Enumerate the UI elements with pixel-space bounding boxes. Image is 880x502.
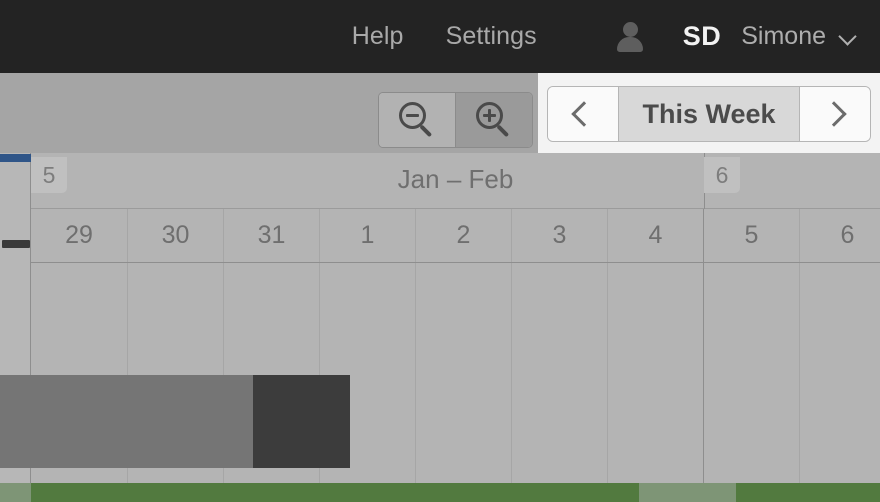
person-silhouette-icon[interactable]	[615, 21, 645, 53]
minus-sign-shape	[405, 113, 419, 117]
day-header-cell[interactable]: 2	[415, 209, 511, 262]
task-bar-segment	[31, 483, 639, 502]
day-header-cell[interactable]: 30	[127, 209, 223, 262]
this-week-button[interactable]: This Week	[618, 87, 800, 141]
top-navigation-bar: Help Settings SD Simone	[0, 0, 880, 73]
grid-column-line	[799, 263, 800, 502]
task-bar-segment	[0, 375, 253, 468]
day-number-header-row: 29 30 31 1 2 3 4 5 6	[31, 209, 880, 263]
calendar-body: Client Meeting	[0, 263, 880, 502]
grid-column-line	[511, 263, 512, 502]
week-navigation-group: This Week	[547, 86, 871, 142]
task-bar-segment	[639, 483, 736, 502]
zoom-in-magnifier-icon	[475, 102, 512, 138]
calendar-app-window: Help Settings SD Simone This Week Jan – …	[0, 0, 880, 502]
task-bar-gray[interactable]	[0, 375, 350, 468]
day-header-cell[interactable]: 1	[319, 209, 415, 262]
task-bar-segment	[0, 483, 31, 502]
week-number-badge: 6	[704, 157, 740, 193]
user-initials-badge: SD	[682, 21, 722, 51]
chevron-left-icon	[573, 104, 593, 124]
day-header-cell[interactable]: 6	[799, 209, 880, 262]
zoom-out-magnifier-icon	[398, 102, 435, 138]
plus-vertical-shape	[487, 108, 491, 122]
zoom-out-button[interactable]	[379, 93, 456, 147]
grid-column-line	[703, 263, 704, 502]
avatar-body-shape	[616, 36, 643, 52]
day-header-cell[interactable]: 4	[607, 209, 703, 262]
task-bar-segment	[736, 483, 880, 502]
today-marker-blue	[0, 154, 31, 162]
month-range-label: Jan – Feb	[397, 164, 514, 194]
grid-column-line	[607, 263, 608, 502]
day-header-cell[interactable]: 31	[223, 209, 319, 262]
next-week-button[interactable]	[800, 87, 870, 141]
chevron-right-icon	[825, 104, 845, 124]
avatar-head-shape	[622, 21, 638, 37]
week-number-badge: 5	[31, 157, 67, 193]
chevron-down-icon[interactable]	[840, 29, 856, 45]
grid-column-line	[415, 263, 416, 502]
nav-link-help[interactable]: Help	[352, 22, 404, 51]
gutter-dark-marker	[2, 240, 30, 248]
user-name-label[interactable]: Simone	[741, 22, 826, 51]
task-bar-client-meeting[interactable]	[0, 483, 880, 502]
nav-link-settings[interactable]: Settings	[446, 22, 537, 51]
task-bar-segment	[253, 375, 350, 468]
day-header-cell[interactable]: 3	[511, 209, 607, 262]
week-navigation-panel: This Week	[538, 73, 880, 153]
magnifier-handle-shape	[496, 124, 509, 137]
zoom-in-button[interactable]	[455, 93, 532, 147]
calendar-month-row: Jan – Feb 5 6	[31, 153, 880, 209]
calendar-grid: Jan – Feb 56 293031123456 Client Meeting	[0, 153, 880, 502]
day-header-cell[interactable]: 29	[31, 209, 127, 262]
day-header-cell[interactable]: 5	[703, 209, 799, 262]
zoom-button-group	[378, 92, 533, 148]
magnifier-handle-shape	[419, 124, 432, 137]
calendar-header: Jan – Feb 56 29 30 31 1 2 3 4 5 6	[31, 153, 880, 263]
previous-week-button[interactable]	[548, 87, 618, 141]
